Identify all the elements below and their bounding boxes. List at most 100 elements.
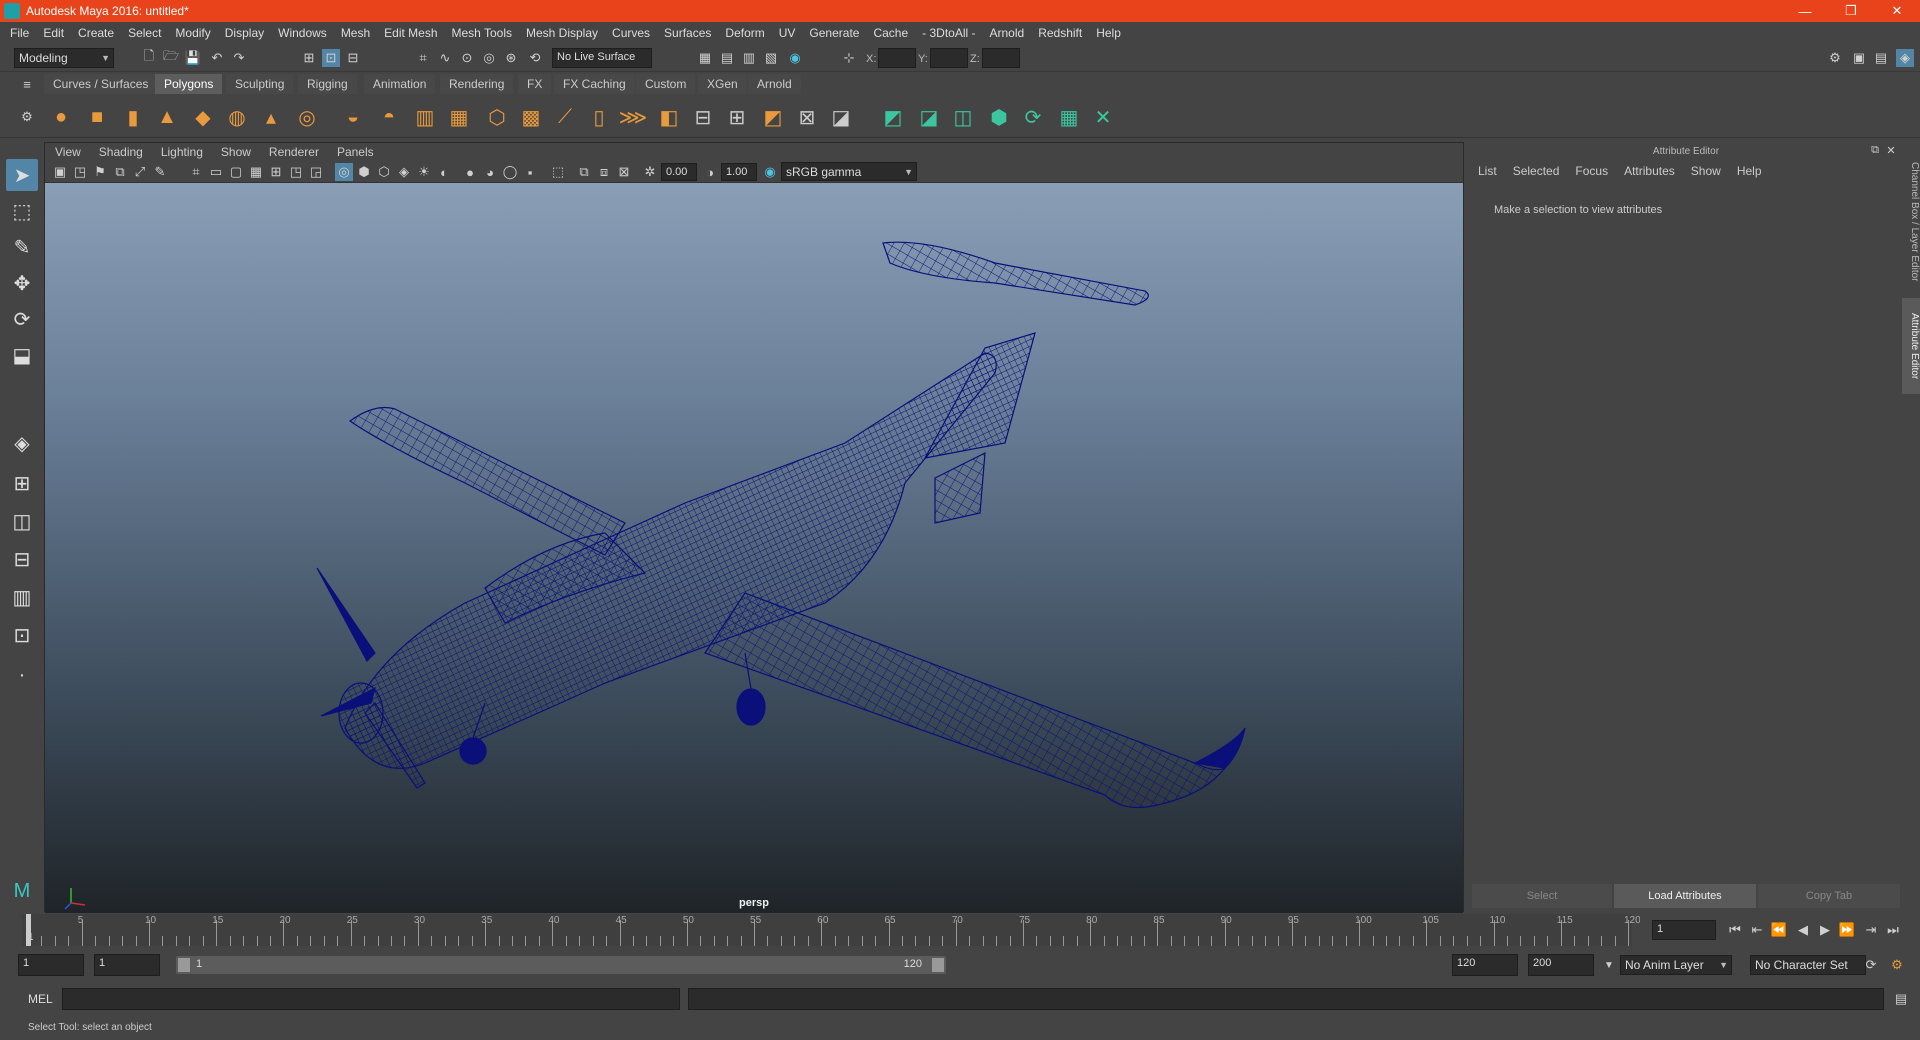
select-hierarchy-icon[interactable]: ⊞ (300, 49, 318, 67)
resolution-gate-icon[interactable]: ▢ (227, 163, 245, 181)
menu-create[interactable]: Create (78, 26, 114, 40)
merge-icon[interactable]: ⊠ (794, 104, 820, 130)
ae-menu-help[interactable]: Help (1737, 164, 1762, 178)
insert-edge-loop-icon[interactable]: ⊞ (724, 104, 750, 130)
play-backwards-icon[interactable]: ◀ (1794, 921, 1812, 939)
auto-key-icon[interactable]: ⟳ (1862, 956, 1880, 974)
menu-curves[interactable]: Curves (612, 26, 650, 40)
tab-curves-surfaces[interactable]: Curves / Surfaces (44, 74, 158, 94)
paint-select-tool-icon[interactable]: ✎ (6, 231, 38, 263)
tab-arnold[interactable]: Arnold (748, 74, 801, 94)
grease-pencil-icon[interactable]: ✎ (151, 163, 169, 181)
cylindrical-map-icon[interactable]: ◪ (916, 104, 942, 130)
animation-start-field[interactable]: 1 (18, 954, 84, 976)
attribute-editor-toggle-icon[interactable]: ◈ (1896, 49, 1914, 67)
menu-mesh-tools[interactable]: Mesh Tools (452, 26, 512, 40)
menu-modify[interactable]: Modify (175, 26, 210, 40)
poly-cube-icon[interactable]: ■ (84, 104, 110, 130)
shelf-menu-icon[interactable]: ≡ (18, 75, 36, 93)
tab-xgen[interactable]: XGen (698, 74, 747, 94)
menu-mesh[interactable]: Mesh (341, 26, 370, 40)
bevel-icon[interactable]: ⟋ (552, 104, 578, 130)
menu-display[interactable]: Display (225, 26, 264, 40)
tab-attribute-editor[interactable]: Attribute Editor (1902, 298, 1920, 394)
ipr-render-icon[interactable]: ▥ (740, 49, 758, 67)
menu-edit-mesh[interactable]: Edit Mesh (384, 26, 437, 40)
motion-blur-icon[interactable]: ◕ (481, 163, 499, 181)
channel-box-icon[interactable]: ▤ (1872, 49, 1890, 67)
vp-menu-view[interactable]: View (55, 145, 81, 159)
z-field[interactable] (982, 48, 1020, 68)
exposure-field[interactable]: 0.00 (661, 163, 697, 181)
airplane-wireframe-model[interactable] (45, 183, 1463, 913)
layout-menu-icon[interactable]: · (6, 659, 38, 691)
menu-surfaces[interactable]: Surfaces (664, 26, 711, 40)
select-button[interactable]: Select (1472, 884, 1612, 908)
select-tool-icon[interactable]: ➤ (6, 159, 38, 191)
step-back-frame-icon[interactable]: ⏪ (1770, 921, 1788, 939)
gamma-field[interactable]: 1.00 (721, 163, 757, 181)
separate-icon[interactable]: ◓ (376, 104, 402, 130)
persp-uv-layout-icon[interactable]: ⊡ (6, 619, 38, 651)
mel-input[interactable] (62, 988, 680, 1010)
spherical-map-icon[interactable]: ◫ (950, 104, 976, 130)
render-view-icon[interactable]: ▦ (696, 49, 714, 67)
extrude-icon[interactable]: ⬡ (484, 104, 510, 130)
persp-outliner-layout-icon[interactable]: ◫ (6, 505, 38, 537)
layout-uv-icon[interactable]: ✕ (1090, 104, 1116, 130)
xray-components-icon[interactable]: ⊠ (615, 163, 633, 181)
gamma-icon[interactable]: ◑ (701, 163, 719, 181)
camera-attributes-icon[interactable]: ◳ (71, 163, 89, 181)
menu-arnold[interactable]: Arnold (990, 26, 1025, 40)
safe-action-icon[interactable]: ◳ (287, 163, 305, 181)
time-slider[interactable]: 1 51015202530354045505560657075808590951… (22, 914, 1641, 946)
planar-map-icon[interactable]: ◩ (880, 104, 906, 130)
scale-tool-icon[interactable]: ⬓ (6, 339, 38, 371)
vp-menu-panels[interactable]: Panels (337, 145, 374, 159)
tab-rendering[interactable]: Rendering (440, 74, 514, 94)
step-back-key-icon[interactable]: ⇤ (1748, 921, 1766, 939)
tab-fx-caching[interactable]: FX Caching (554, 74, 635, 94)
exposure-icon[interactable]: ✲ (641, 163, 659, 181)
chevron-down-icon[interactable]: ▼ (1600, 956, 1618, 974)
make-live-icon[interactable]: ⟲ (526, 49, 544, 67)
maximize-button[interactable]: ❐ (1828, 0, 1874, 22)
textured-icon[interactable]: ◈ (395, 163, 413, 181)
automatic-map-icon[interactable]: ⬢ (986, 104, 1012, 130)
menu-windows[interactable]: Windows (278, 26, 327, 40)
vp-menu-show[interactable]: Show (221, 145, 251, 159)
script-editor-icon[interactable]: ▤ (1892, 990, 1910, 1008)
current-time-marker[interactable] (26, 914, 31, 946)
extract-icon[interactable]: ◧ (656, 104, 682, 130)
snap-point-icon[interactable]: ⊙ (458, 49, 476, 67)
render-frame-icon[interactable]: ▤ (718, 49, 736, 67)
menu-generate[interactable]: Generate (809, 26, 859, 40)
go-to-end-icon[interactable]: ⏭ (1884, 921, 1902, 939)
image-plane-icon[interactable]: ⧉ (111, 163, 129, 181)
animation-end-field[interactable]: 200 (1528, 954, 1594, 976)
close-panel-icon[interactable]: ✕ (1884, 143, 1898, 157)
move-tool-icon[interactable]: ✥ (6, 267, 38, 299)
vp-menu-renderer[interactable]: Renderer (269, 145, 319, 159)
tab-fx[interactable]: FX (518, 74, 552, 94)
target-weld-icon[interactable]: ◪ (828, 104, 854, 130)
step-forward-frame-icon[interactable]: ⏩ (1838, 921, 1856, 939)
play-forwards-icon[interactable]: ▶ (1816, 921, 1834, 939)
playback-start-field[interactable]: 1 (94, 954, 160, 976)
menu-file[interactable]: File (10, 26, 29, 40)
mirror-icon[interactable]: ▦ (446, 104, 472, 130)
menu-set-dropdown[interactable]: Modeling ▼ (14, 48, 114, 68)
menu-help[interactable]: Help (1096, 26, 1121, 40)
ae-menu-show[interactable]: Show (1691, 164, 1721, 178)
anim-layer-dropdown[interactable]: No Anim Layer ▼ (1620, 955, 1732, 975)
multi-cut-icon[interactable]: ⊟ (690, 104, 716, 130)
new-scene-icon[interactable]: 🗋 (140, 48, 158, 67)
select-object-icon[interactable]: ⊡ (322, 49, 340, 67)
vp-menu-shading[interactable]: Shading (99, 145, 143, 159)
snap-curve-icon[interactable]: ∿ (436, 49, 454, 67)
snap-view-plane-icon[interactable]: ◎ (480, 49, 498, 67)
range-end-handle[interactable] (932, 958, 944, 972)
bridge-icon[interactable]: ▩ (518, 104, 544, 130)
menu-cache[interactable]: Cache (873, 26, 908, 40)
playback-end-field[interactable]: 120 (1452, 954, 1518, 976)
